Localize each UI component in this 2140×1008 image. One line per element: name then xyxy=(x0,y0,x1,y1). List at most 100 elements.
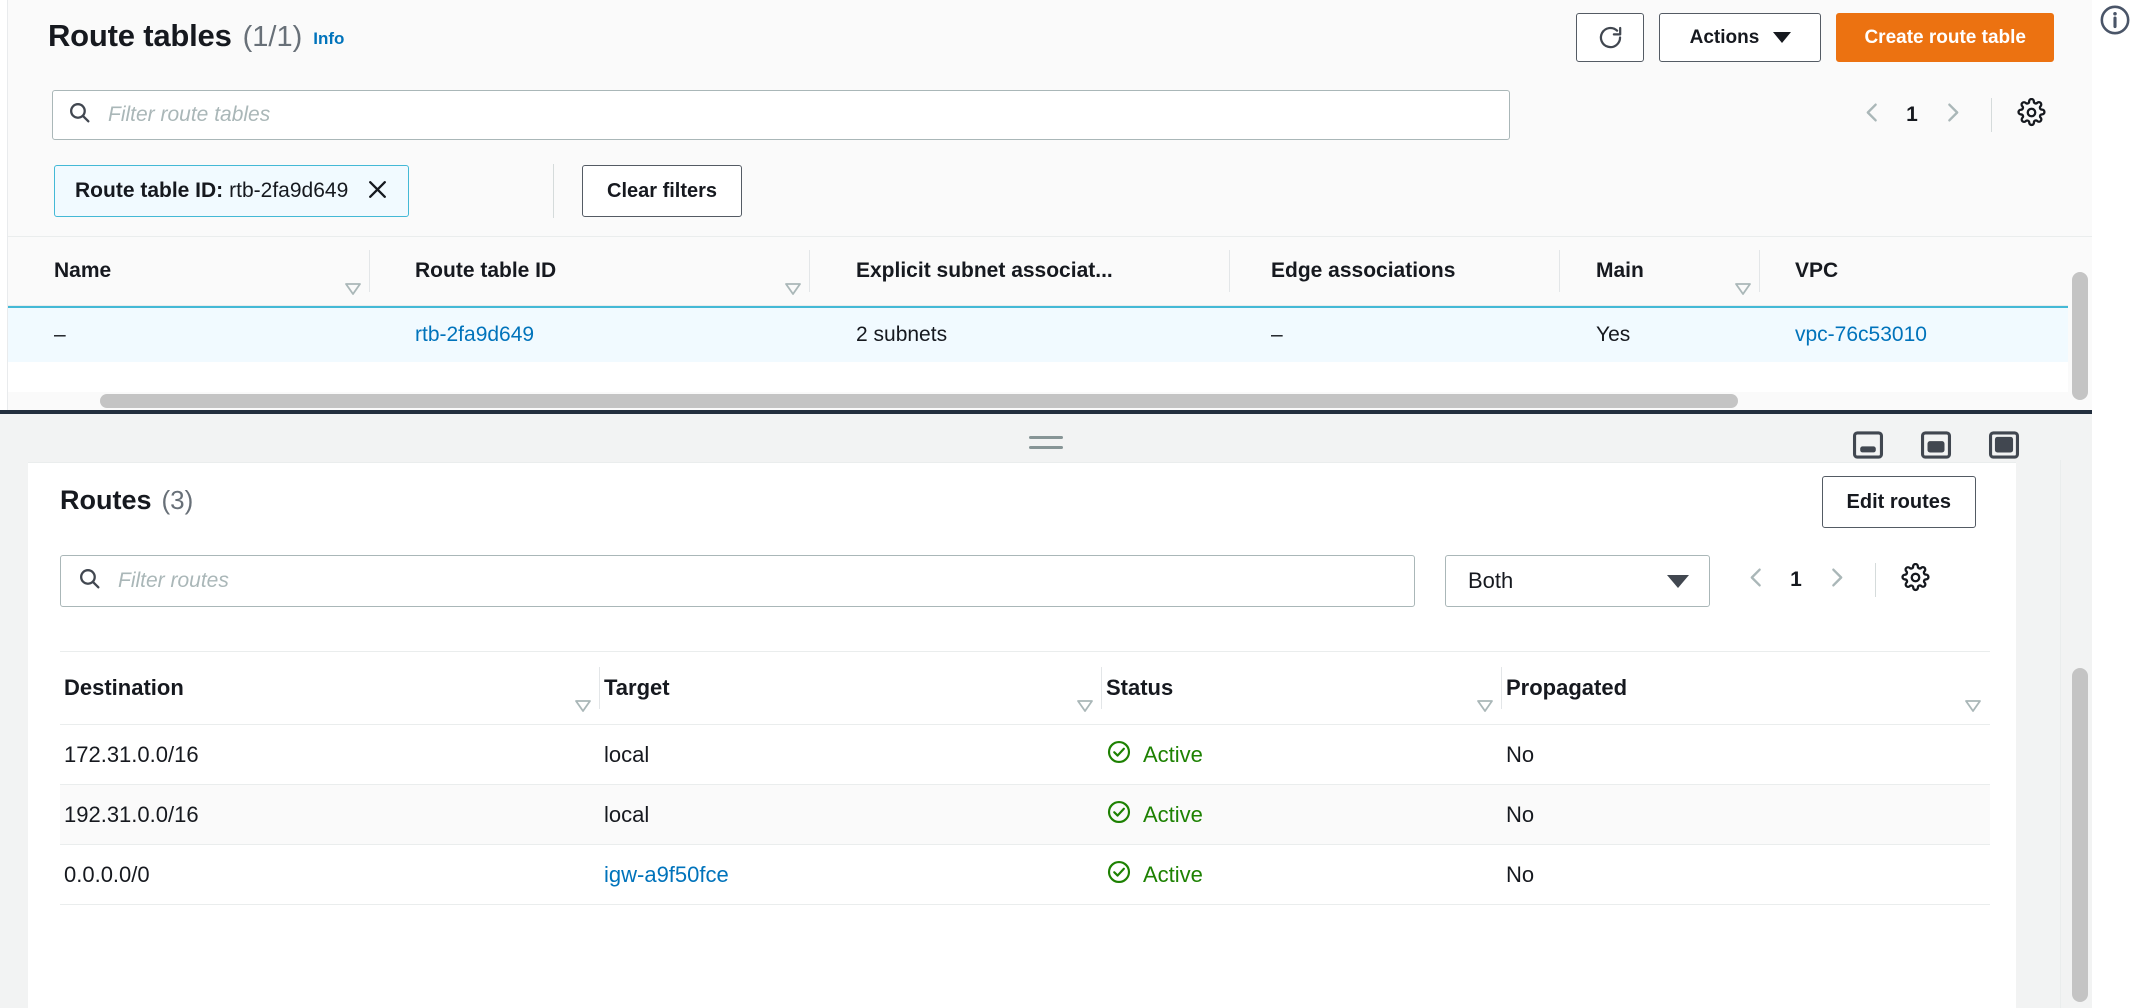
search-icon xyxy=(77,566,102,596)
sort-icon[interactable] xyxy=(562,682,591,712)
routes-cell-destination: 192.31.0.0/16 xyxy=(64,801,199,827)
right-gutter xyxy=(2092,0,2140,1008)
page-title: Route tables (1/1) Info xyxy=(48,18,344,54)
panel-position-bottom-medium-button[interactable] xyxy=(1919,428,1953,462)
chevron-down-icon xyxy=(1773,32,1792,43)
info-link[interactable]: Info xyxy=(313,29,344,49)
routes-table-row[interactable]: 172.31.0.0/16 local Active No xyxy=(60,725,1990,785)
pagination-page-number[interactable]: 1 xyxy=(1895,103,1929,127)
upper-vertical-scrollbar[interactable] xyxy=(2068,264,2092,410)
upper-vertical-scrollbar-thumb[interactable] xyxy=(2072,272,2088,400)
routes-preferences-button[interactable] xyxy=(1892,557,1938,603)
search-box[interactable] xyxy=(52,90,1510,140)
cell-route-table-id: rtb-2fa9d649 xyxy=(370,307,810,363)
search-icon xyxy=(67,100,92,130)
routes-column-header-destination[interactable]: Destination xyxy=(60,651,600,725)
chevron-left-icon xyxy=(1744,565,1769,595)
search-input[interactable] xyxy=(106,102,1495,128)
routes-cell-target: local xyxy=(604,801,650,827)
routes-status-select[interactable]: Both xyxy=(1445,555,1710,607)
filter-chip-route-table-id[interactable]: Route table ID: rtb-2fa9d649 xyxy=(54,165,410,217)
cell-main: Yes xyxy=(1596,323,1631,346)
chevron-right-icon xyxy=(1824,565,1849,595)
panel-position-bottom-small-button[interactable] xyxy=(1851,428,1885,462)
routes-cell-propagated: No xyxy=(1506,861,1535,887)
status-badge: Active xyxy=(1143,861,1203,887)
vpc-link[interactable]: vpc-76c53010 xyxy=(1795,323,1927,347)
routes-column-header-propagated[interactable]: Propagated xyxy=(1502,651,1990,725)
routes-cell-status: Active xyxy=(1102,799,1502,831)
status-badge: Active xyxy=(1143,801,1203,827)
table-horizontal-scrollbar-thumb[interactable] xyxy=(100,394,1738,408)
route-tables-pane: Route tables (1/1) Info Actions Create r… xyxy=(8,0,2092,410)
routes-pagination: 1 xyxy=(1733,557,1938,603)
table-horizontal-scrollbar[interactable] xyxy=(8,392,2092,410)
page-header: Route tables (1/1) Info Actions Create r… xyxy=(8,0,2092,88)
close-icon[interactable] xyxy=(365,177,390,206)
create-route-table-button[interactable]: Create route table xyxy=(1836,13,2054,62)
column-header-edge-associations[interactable]: Edge associations xyxy=(1230,236,1560,306)
routes-cell-destination: 0.0.0.0/0 xyxy=(64,861,150,887)
target-link[interactable]: igw-a9f50fce xyxy=(604,862,729,887)
panel-position-bottom-large-button[interactable] xyxy=(1987,428,2021,462)
column-header-route-table-id[interactable]: Route table ID xyxy=(370,236,810,306)
screen-root: Route tables (1/1) Info Actions Create r… xyxy=(0,0,2140,1008)
routes-search-input[interactable] xyxy=(116,568,1398,594)
info-circle-button[interactable] xyxy=(2098,3,2132,42)
routes-table-row[interactable]: 0.0.0.0/0 igw-a9f50fce Active No xyxy=(60,845,1990,905)
edit-routes-button[interactable]: Edit routes xyxy=(1821,476,1976,528)
sort-icon[interactable] xyxy=(1464,682,1493,712)
filter-chip-row: Route table ID: rtb-2fa9d649 Clear filte… xyxy=(8,152,2092,236)
filter-chip-label: Route table ID: xyxy=(75,179,224,202)
panel-vertical-scrollbar[interactable] xyxy=(2068,490,2092,1008)
routes-pagination-next-button[interactable] xyxy=(1813,557,1859,603)
clear-filters-button[interactable]: Clear filters xyxy=(582,165,743,217)
check-circle-icon xyxy=(1106,859,1132,891)
routes-cell-status: Active xyxy=(1102,739,1502,771)
routes-title-count: (3) xyxy=(161,485,194,515)
pagination-prev-button[interactable] xyxy=(1849,92,1895,138)
cell-name: – xyxy=(54,323,66,346)
routes-cell-target: local xyxy=(604,741,650,767)
sort-icon[interactable] xyxy=(1722,265,1751,295)
column-header-vpc[interactable]: VPC xyxy=(1760,236,2060,306)
routes-title-text: Routes xyxy=(60,485,152,515)
routes-status-select-value: Both xyxy=(1468,568,1514,593)
routes-column-header-status[interactable]: Status xyxy=(1102,651,1502,725)
table-preferences-button[interactable] xyxy=(2008,92,2054,138)
chevron-left-icon xyxy=(1860,100,1885,130)
chevron-down-icon xyxy=(1667,574,1689,588)
sort-icon[interactable] xyxy=(1952,682,1981,712)
left-rail xyxy=(0,0,8,410)
route-table-id-link[interactable]: rtb-2fa9d649 xyxy=(415,323,534,347)
console-area: Route tables (1/1) Info Actions Create r… xyxy=(0,0,2092,1008)
resize-handle[interactable] xyxy=(1029,436,1063,456)
split-panel-position-buttons xyxy=(1851,428,2021,462)
routes-pagination-prev-button[interactable] xyxy=(1733,557,1779,603)
routes-table-header-row: Destination Target Status Propagated xyxy=(60,651,1990,725)
table-row[interactable]: – rtb-2fa9d649 2 subnets – Yes vpc-76c53… xyxy=(8,306,2092,362)
routes-column-header-propagated-label: Propagated xyxy=(1506,675,1628,700)
routes-search-box[interactable] xyxy=(60,555,1415,607)
column-header-explicit-subnet-associations-label: Explicit subnet associat... xyxy=(856,259,1113,282)
sort-icon[interactable] xyxy=(1064,682,1093,712)
pagination-next-button[interactable] xyxy=(1929,92,1975,138)
routes-cell-propagated: No xyxy=(1506,741,1535,767)
column-header-vpc-label: VPC xyxy=(1795,259,1839,282)
column-header-explicit-subnet-associations[interactable]: Explicit subnet associat... xyxy=(810,236,1230,306)
sort-icon[interactable] xyxy=(332,265,361,295)
routes-pagination-page-number[interactable]: 1 xyxy=(1779,568,1813,592)
actions-button[interactable]: Actions xyxy=(1659,13,1822,62)
routes-table-row[interactable]: 192.31.0.0/16 local Active No xyxy=(60,785,1990,845)
sort-icon[interactable] xyxy=(772,265,801,295)
column-header-main[interactable]: Main xyxy=(1560,236,1760,306)
info-circle-icon xyxy=(2098,5,2132,41)
panel-vertical-scrollbar-thumb[interactable] xyxy=(2072,668,2088,1002)
refresh-button[interactable] xyxy=(1576,13,1645,62)
routes-column-header-destination-label: Destination xyxy=(64,675,184,700)
column-header-route-table-id-label: Route table ID xyxy=(415,259,557,282)
page-title-count: (1/1) xyxy=(242,21,303,53)
column-header-name[interactable]: Name xyxy=(8,236,370,306)
routes-column-header-target[interactable]: Target xyxy=(600,651,1102,725)
chevron-right-icon xyxy=(1940,100,1965,130)
